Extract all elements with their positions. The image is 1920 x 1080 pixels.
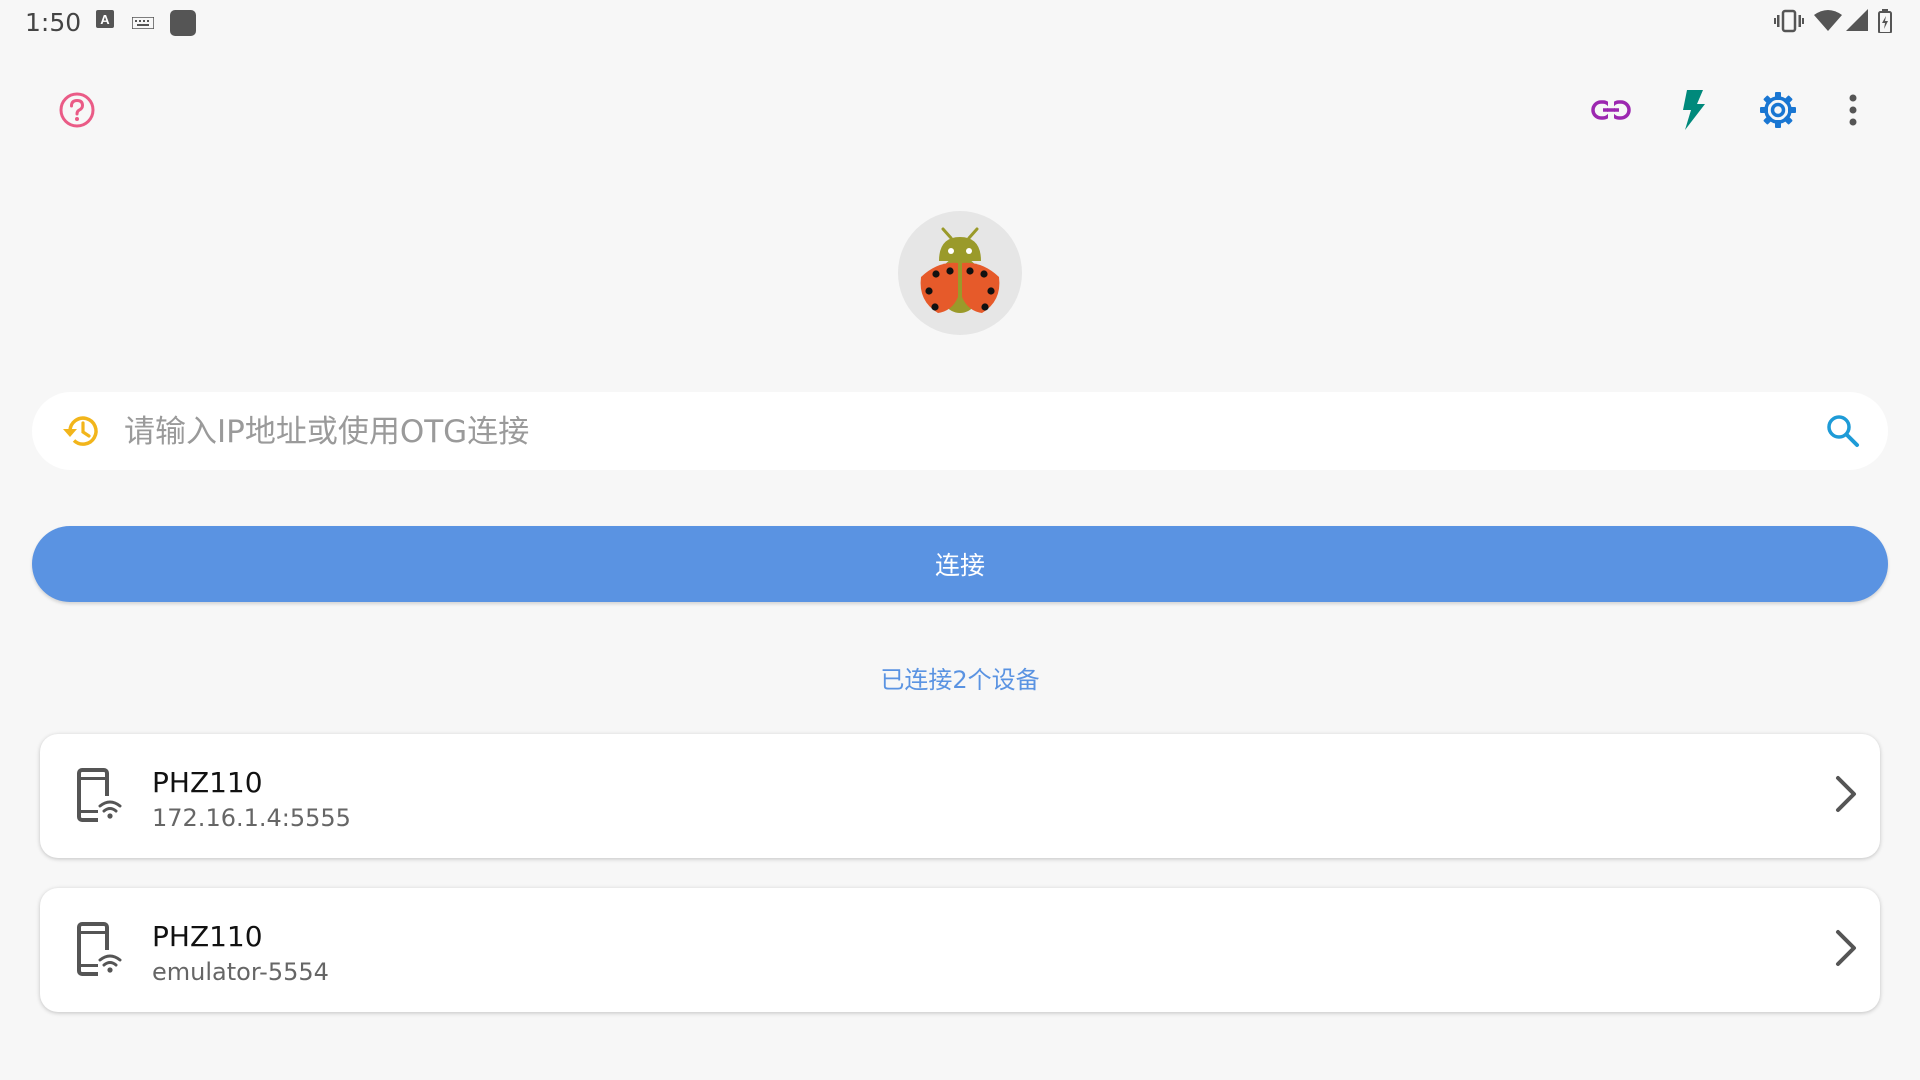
battery-icon	[1878, 9, 1892, 37]
device-name: PHZ110	[152, 920, 263, 953]
vibrate-icon	[1774, 9, 1804, 37]
settings-icon	[1759, 91, 1797, 133]
flash-button[interactable]	[1666, 84, 1722, 140]
history-icon[interactable]	[62, 413, 100, 453]
phone-wifi-icon	[76, 768, 122, 828]
ip-address-input[interactable]	[122, 392, 1766, 472]
device-address: emulator-5554	[152, 958, 329, 986]
app-logo	[898, 211, 1022, 335]
device-item[interactable]: PHZ110 emulator-5554	[40, 888, 1880, 1012]
help-circle-icon	[58, 91, 96, 133]
ladybug-android-icon	[898, 227, 1022, 339]
search-icon[interactable]	[1826, 414, 1860, 452]
status-time: 1:50	[25, 8, 82, 37]
settings-button[interactable]	[1750, 84, 1806, 140]
app-square-icon	[170, 10, 196, 40]
device-name: PHZ110	[152, 766, 263, 799]
device-item[interactable]: PHZ110 172.16.1.4:5555	[40, 734, 1880, 858]
phone-wifi-icon	[76, 922, 122, 982]
more-vert-icon	[1848, 94, 1858, 130]
connect-button[interactable]: 连接	[32, 526, 1888, 602]
keyboard-icon	[131, 14, 155, 33]
search-bar	[32, 392, 1888, 472]
link-icon	[1591, 98, 1631, 126]
svg-text:A: A	[100, 12, 110, 27]
a-box-icon: A	[96, 10, 114, 32]
chevron-right-icon	[1834, 928, 1858, 972]
flash-icon	[1681, 90, 1707, 134]
status-bar: 1:50 A	[0, 0, 1920, 44]
help-button[interactable]	[49, 84, 105, 140]
chevron-right-icon	[1834, 774, 1858, 818]
signal-icon	[1846, 9, 1868, 35]
link-button[interactable]	[1583, 84, 1639, 140]
device-address: 172.16.1.4:5555	[152, 804, 351, 832]
connected-devices-count: 已连接2个设备	[880, 666, 1040, 694]
wifi-icon	[1814, 9, 1842, 37]
more-options-button[interactable]	[1825, 84, 1881, 140]
